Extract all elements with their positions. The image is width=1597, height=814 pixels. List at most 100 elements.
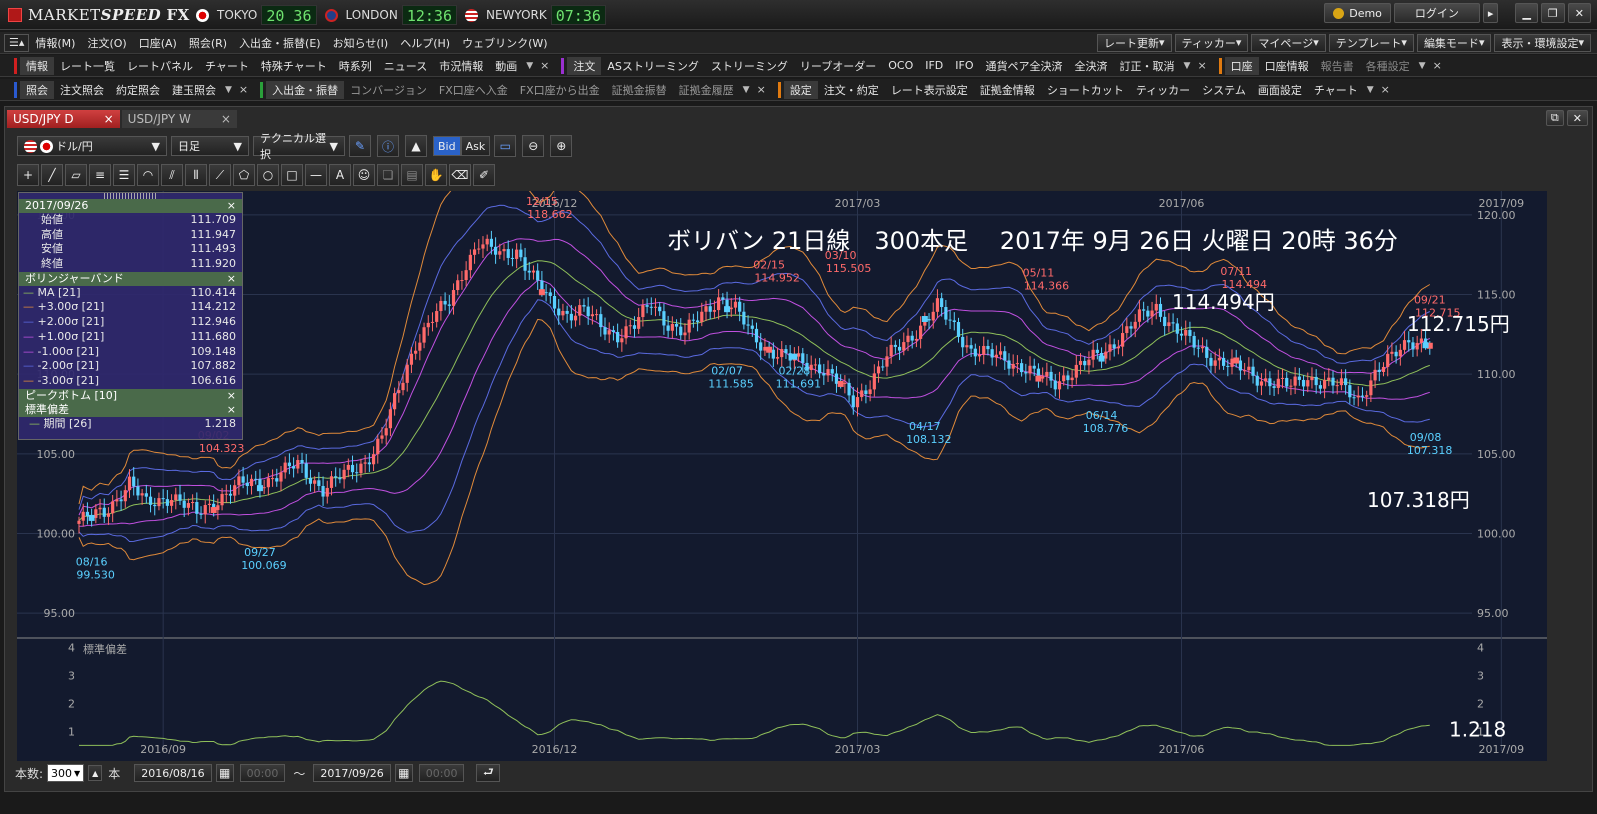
settings-item-6[interactable]: 画面設定 [1252,81,1308,99]
order-item-2[interactable]: リーブオーダー [794,57,882,75]
menubar-right-item-3[interactable]: テンプレート ▾ [1328,33,1414,52]
to-time-input[interactable]: 00:00 [418,764,465,782]
settings-item-0[interactable]: 注文・約定 [818,81,885,99]
menubar-right-item-0[interactable]: レート更新 ▾ [1097,33,1172,52]
menu-item-4[interactable]: 入出金・振替(E) [233,34,327,52]
tab-close-icon[interactable]: × [104,112,114,126]
tab-usdjpy-d[interactable]: USD/JPY D × [7,110,120,128]
menu-toggle-icon[interactable]: ☰▴ [4,33,30,52]
info-group-more-icon[interactable]: ▼ [523,61,536,71]
settings-group-close-icon[interactable]: × [1377,83,1394,96]
menubar-right-item-2[interactable]: マイページ ▾ [1251,33,1326,52]
close-icon[interactable]: ✕ [1567,3,1591,23]
info-close-icon[interactable]: × [227,199,236,213]
calendar-icon[interactable]: ▦ [394,764,413,782]
price-chart[interactable]: 120.00120.00115.00115.00110.00110.00105.… [17,191,1547,761]
order-item-7[interactable]: 全決済 [1069,57,1114,75]
window-close-icon[interactable]: ✕ [1566,110,1588,126]
count-select[interactable]: 300 ▼ [47,764,85,782]
info-icon[interactable]: ⓘ [377,135,399,157]
layers-icon[interactable]: ▤ [401,164,423,186]
info-item-5[interactable]: ニュース [378,57,433,75]
rectangle-icon[interactable]: □ [281,164,303,186]
menu-item-3[interactable]: 照会(R) [183,34,233,52]
tab-usdjpy-w[interactable]: USD/JPY W × [121,110,237,128]
deposit-item-2[interactable]: FX口座から出金 [514,81,606,99]
maximize-icon[interactable]: ❐ [1540,3,1565,23]
order-item-3[interactable]: OCO [882,57,919,75]
menu-item-6[interactable]: ヘルプ(H) [394,34,456,52]
account-item-1[interactable]: 報告書 [1315,57,1360,75]
info-item-4[interactable]: 時系列 [333,57,378,75]
copy-icon[interactable]: ❏ [377,164,399,186]
menu-item-7[interactable]: ウェブリンク(W) [456,34,553,52]
order-group-close-icon[interactable]: × [1193,59,1210,72]
hand-icon[interactable]: ✋ [425,164,447,186]
monitor-icon[interactable]: ▭ [494,135,517,157]
account-group-more-icon[interactable]: ▼ [1416,61,1429,71]
pentagon-icon[interactable]: ⬠ [233,164,255,186]
stamp-icon[interactable]: ☺ [353,164,375,186]
horizontal-lines-icon[interactable]: ≡ [89,164,111,186]
from-date-input[interactable]: 2016/08/16 [134,764,212,782]
order-item-5[interactable]: IFO [949,57,979,75]
menu-item-2[interactable]: 口座(A) [133,34,183,52]
deposit-item-4[interactable]: 証拠金履歴 [673,81,740,99]
fan-icon[interactable]: ⫽ [161,164,183,186]
inquiry-group-more-icon[interactable]: ▼ [222,85,235,95]
crosshair-icon[interactable]: + [17,164,39,186]
inquiry-item-2[interactable]: 建玉照会 [166,81,222,99]
menubar-right-item-5[interactable]: 表示・環境設定 ▾ [1494,33,1591,52]
menu-item-0[interactable]: 情報(M) [29,34,81,52]
zoom-in-icon[interactable]: ⊕ [550,135,573,157]
account-item-0[interactable]: 口座情報 [1259,57,1315,75]
area-chart-icon[interactable]: ▲ [405,135,427,157]
deposit-item-1[interactable]: FX口座へ入金 [433,81,514,99]
ask-toggle[interactable]: Ask [460,136,491,156]
sd-close-icon[interactable]: × [227,403,236,417]
settings-item-5[interactable]: システム [1196,81,1252,99]
fibonacci-icon[interactable]: ☰ [113,164,135,186]
zoom-out-icon[interactable]: ⊖ [522,135,545,157]
from-time-input[interactable]: 00:00 [239,764,286,782]
deposit-item-3[interactable]: 証拠金振替 [606,81,673,99]
eraser-all-icon[interactable]: ✐ [473,164,495,186]
deposit-group-close-icon[interactable]: × [753,83,770,96]
order-item-6[interactable]: 通貨ペア全決済 [980,57,1069,75]
demo-button[interactable]: Demo [1324,3,1391,23]
info-group-close-icon[interactable]: × [536,59,553,72]
inquiry-item-0[interactable]: 注文照会 [54,81,110,99]
menu-item-5[interactable]: お知らせ(I) [327,34,395,52]
info-item-6[interactable]: 市況情報 [433,57,489,75]
account-group-close-icon[interactable]: × [1429,59,1446,72]
menubar-right-item-4[interactable]: 編集モード ▾ [1416,33,1492,52]
bb-close-icon[interactable]: × [227,272,236,286]
currency-pair-select[interactable]: ドル/円 ▼ [17,136,167,156]
settings-item-4[interactable]: ティッカー [1130,81,1196,99]
calendar-icon[interactable]: ▦ [215,764,234,782]
circle-icon[interactable]: ○ [257,164,279,186]
trendline-icon[interactable]: ╱ [41,164,63,186]
menubar-right-item-1[interactable]: ティッカー ▾ [1174,33,1249,52]
order-item-4[interactable]: IFD [919,57,949,75]
inquiry-group-close-icon[interactable]: × [235,83,252,96]
info-item-7[interactable]: 動画 [489,57,523,75]
text-icon[interactable]: A [329,164,351,186]
period-select[interactable]: 日足 ▼ [171,136,249,156]
window-restore-icon[interactable]: ⧉ [1545,110,1564,126]
settings-group-more-icon[interactable]: ▼ [1364,85,1377,95]
login-button[interactable]: ログイン [1393,3,1480,23]
tab-close-icon[interactable]: × [221,112,231,126]
menu-item-1[interactable]: 注文(O) [81,34,132,52]
info-item-0[interactable]: レート一覧 [54,57,121,75]
order-group-more-icon[interactable]: ▼ [1181,61,1194,71]
technical-select[interactable]: テクニカル選択 ▼ [253,132,345,161]
pen-icon[interactable]: ✎ [349,135,371,157]
count-up-icon[interactable]: ▲ [88,765,103,781]
eraser-icon[interactable]: ⌫ [449,164,471,186]
settings-item-3[interactable]: ショートカット [1041,81,1130,99]
inquiry-item-1[interactable]: 約定照会 [110,81,166,99]
settings-item-2[interactable]: 証拠金情報 [974,81,1041,99]
vertical-lines-icon[interactable]: ⦀ [185,164,207,186]
deposit-group-more-icon[interactable]: ▼ [740,85,753,95]
